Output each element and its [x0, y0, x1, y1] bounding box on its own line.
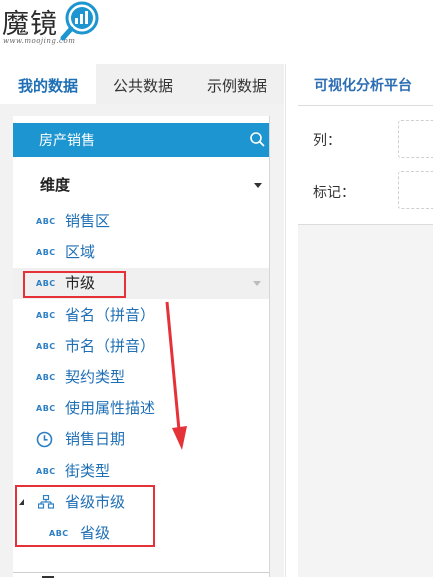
marker-drop-zone[interactable]: [398, 171, 433, 209]
panel-header-divider: [298, 105, 433, 106]
visualization-panel: 可视化分析平台 列： 标记：: [298, 64, 433, 577]
chart-canvas[interactable]: [298, 225, 433, 577]
marker-label: 标记：: [313, 185, 355, 201]
column-drop-zone[interactable]: [398, 120, 433, 158]
column-label: 列：: [313, 133, 341, 149]
platform-title: 可视化分析平台: [314, 78, 412, 94]
